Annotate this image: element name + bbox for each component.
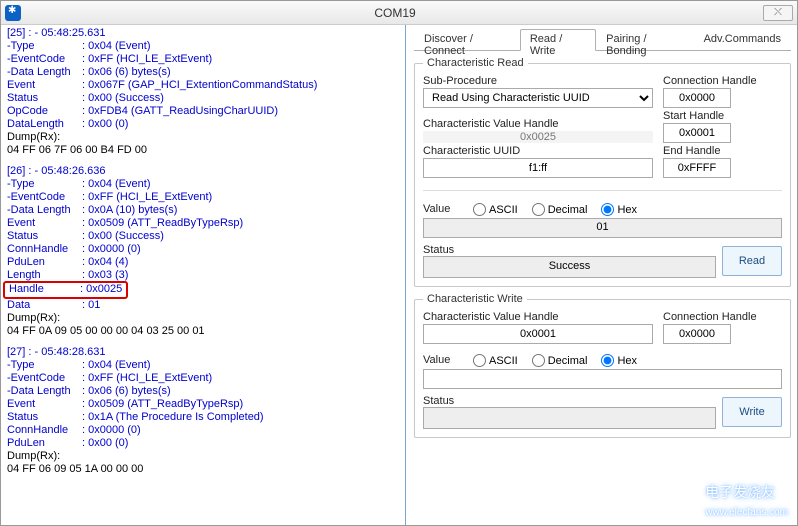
log-row: -Type: 0x04 (Event) xyxy=(7,359,405,372)
read-status-display: Success xyxy=(423,256,716,278)
read-radio-ascii[interactable]: ASCII xyxy=(473,203,518,216)
tab-discover[interactable]: Discover / Connect xyxy=(414,29,520,50)
log-row: Status: 0x00 (Success) xyxy=(7,230,405,243)
read-cvh-label: Characteristic Value Handle xyxy=(423,118,653,130)
log-header: [27] : - 05:48:28.631 xyxy=(7,346,405,359)
read-radio-decimal[interactable]: Decimal xyxy=(532,203,588,216)
log-dump-label: Dump(Rx): xyxy=(7,450,405,463)
log-header: [26] : - 05:48:26.636 xyxy=(7,165,405,178)
read-button[interactable]: Read xyxy=(722,246,782,276)
read-start-label: Start Handle xyxy=(663,110,731,122)
log-row: -EventCode: 0xFF (HCI_LE_ExtEvent) xyxy=(7,53,405,66)
write-button[interactable]: Write xyxy=(722,397,782,427)
write-conn-label: Connection Handle xyxy=(663,311,757,323)
window-title: COM19 xyxy=(27,6,763,20)
log-dump: 04 FF 0A 09 05 00 00 00 04 03 25 00 01 xyxy=(7,325,405,338)
read-end-input[interactable] xyxy=(663,158,731,178)
write-status-display xyxy=(423,407,716,429)
log-dump: 04 FF 06 09 05 1A 00 00 00 xyxy=(7,463,405,476)
log-row: ConnHandle: 0x0000 (0) xyxy=(7,243,405,256)
write-legend: Characteristic Write xyxy=(423,293,527,305)
characteristic-write-group: Characteristic Write Characteristic Valu… xyxy=(414,293,791,438)
sub-procedure-label: Sub-Procedure xyxy=(423,75,653,87)
log-row: -EventCode: 0xFF (HCI_LE_ExtEvent) xyxy=(7,372,405,385)
log-row: Status: 0x00 (Success) xyxy=(7,92,405,105)
write-radio-ascii[interactable]: ASCII xyxy=(473,354,518,367)
tab-bar: Discover / Connect Read / Write Pairing … xyxy=(414,29,791,51)
log-row: -Data Length: 0x06 (6) bytes(s) xyxy=(7,66,405,79)
close-button[interactable]: ⤬ xyxy=(763,5,793,21)
read-uuid-label: Characteristic UUID xyxy=(423,145,653,157)
log-dump-label: Dump(Rx): xyxy=(7,312,405,325)
log-row: Data: 01 xyxy=(7,299,405,312)
log-row-highlight: Handle: 0x0025 xyxy=(7,282,405,299)
read-value-label: Value xyxy=(423,203,459,215)
log-row: ConnHandle: 0x0000 (0) xyxy=(7,424,405,437)
log-panel[interactable]: [25] : - 05:48:25.631-Type: 0x04 (Event)… xyxy=(1,25,406,525)
write-cvh-label: Characteristic Value Handle xyxy=(423,311,653,323)
log-row: -EventCode: 0xFF (HCI_LE_ExtEvent) xyxy=(7,191,405,204)
bluetooth-icon xyxy=(5,5,21,21)
write-conn-input[interactable] xyxy=(663,324,731,344)
write-value-input[interactable] xyxy=(423,369,782,389)
log-row: DataLength: 0x00 (0) xyxy=(7,118,405,131)
tab-pairing[interactable]: Pairing / Bonding xyxy=(596,29,693,50)
log-header: [25] : - 05:48:25.631 xyxy=(7,27,405,40)
log-row: -Data Length: 0x06 (6) bytes(s) xyxy=(7,385,405,398)
tab-adv[interactable]: Adv.Commands xyxy=(694,29,791,50)
log-row: Status: 0x1A (The Procedure Is Completed… xyxy=(7,411,405,424)
write-value-label: Value xyxy=(423,354,459,366)
log-row: Event: 0x067F (GAP_HCI_ExtentionCommandS… xyxy=(7,79,405,92)
write-radio-decimal[interactable]: Decimal xyxy=(532,354,588,367)
right-panel: Discover / Connect Read / Write Pairing … xyxy=(406,25,797,525)
log-row: Event: 0x0509 (ATT_ReadByTypeRsp) xyxy=(7,398,405,411)
log-row: Event: 0x0509 (ATT_ReadByTypeRsp) xyxy=(7,217,405,230)
log-dump: 04 FF 06 7F 06 00 B4 FD 00 xyxy=(7,144,405,157)
write-radio-hex[interactable]: Hex xyxy=(601,354,637,367)
log-row: -Data Length: 0x0A (10) bytes(s) xyxy=(7,204,405,217)
read-conn-input[interactable] xyxy=(663,88,731,108)
log-dump-label: Dump(Rx): xyxy=(7,131,405,144)
log-row: -Type: 0x04 (Event) xyxy=(7,40,405,53)
log-row: -Type: 0x04 (Event) xyxy=(7,178,405,191)
titlebar: COM19 ⤬ xyxy=(1,1,797,25)
log-row: PduLen: 0x04 (4) xyxy=(7,256,405,269)
read-legend: Characteristic Read xyxy=(423,57,528,69)
characteristic-read-group: Characteristic Read Sub-Procedure Read U… xyxy=(414,57,791,287)
read-end-label: End Handle xyxy=(663,145,731,157)
read-radio-hex[interactable]: Hex xyxy=(601,203,637,216)
read-start-input[interactable] xyxy=(663,123,731,143)
read-value-display: 01 xyxy=(423,218,782,238)
write-status-label: Status xyxy=(423,395,454,407)
tab-readwrite[interactable]: Read / Write xyxy=(520,29,596,51)
read-cvh-input: 0x0025 xyxy=(423,131,653,143)
read-status-label: Status xyxy=(423,244,454,256)
write-cvh-input[interactable] xyxy=(423,324,653,344)
log-row: OpCode: 0xFDB4 (GATT_ReadUsingCharUUID) xyxy=(7,105,405,118)
sub-procedure-select[interactable]: Read Using Characteristic UUID xyxy=(423,88,653,108)
log-row: PduLen: 0x00 (0) xyxy=(7,437,405,450)
read-uuid-input[interactable] xyxy=(423,158,653,178)
read-conn-label: Connection Handle xyxy=(663,75,757,87)
